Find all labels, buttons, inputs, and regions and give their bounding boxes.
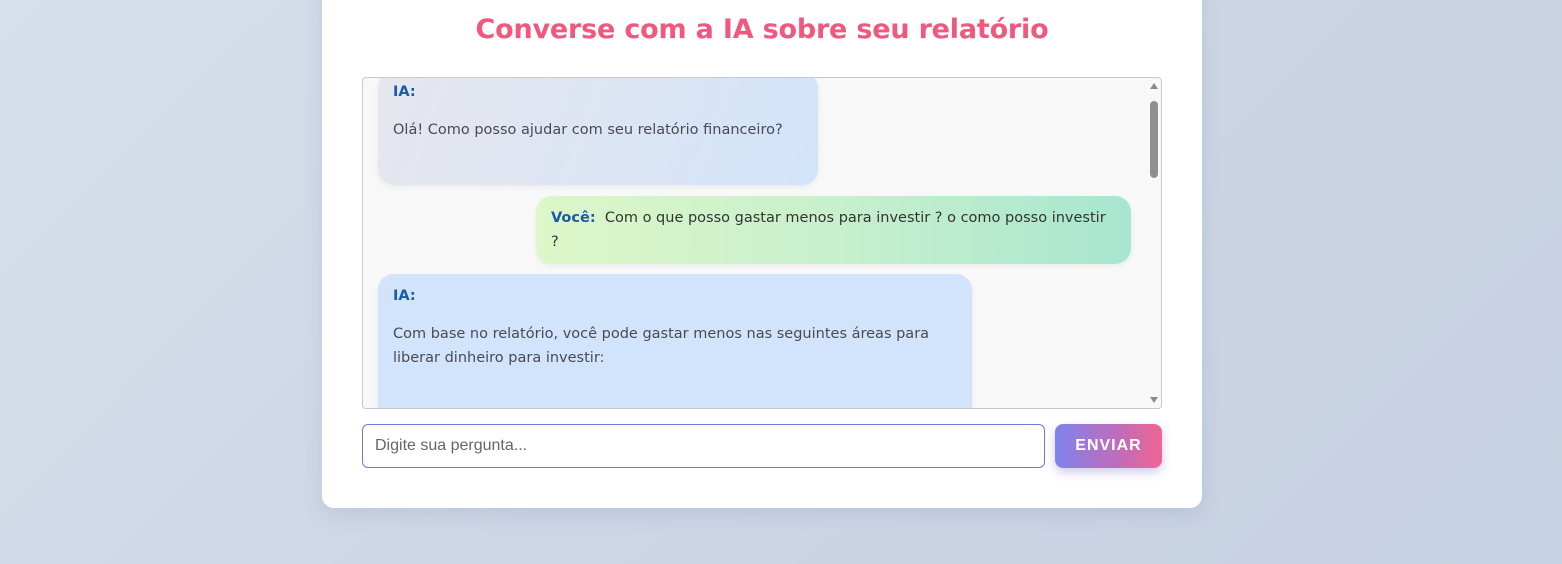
send-button[interactable]: ENVIAR bbox=[1055, 424, 1162, 468]
message-text: Com o que posso gastar menos para invest… bbox=[551, 210, 1106, 250]
scrollbar-thumb[interactable] bbox=[1150, 101, 1158, 178]
chat-scrollbar[interactable] bbox=[1147, 78, 1161, 408]
message-sender: Você: bbox=[551, 210, 596, 226]
message-text: Com base no relatório, você pode gastar … bbox=[393, 326, 930, 366]
page-title: Converse com a IA sobre seu relatório bbox=[475, 14, 1049, 45]
scroll-up-arrow-icon[interactable] bbox=[1150, 83, 1158, 89]
chat-history[interactable]: IA: Olá! Como posso ajudar com seu relat… bbox=[362, 77, 1162, 409]
chat-card: Converse com a IA sobre seu relatório IA… bbox=[322, 0, 1202, 508]
ai-message: IA: Olá! Como posso ajudar com seu relat… bbox=[378, 78, 818, 185]
message-sender: IA: bbox=[393, 84, 416, 100]
ai-message: IA: Com base no relatório, você pode gas… bbox=[378, 274, 972, 408]
question-input[interactable] bbox=[362, 424, 1045, 468]
composer: ENVIAR bbox=[362, 424, 1162, 468]
message-text: Olá! Como posso ajudar com seu relatório… bbox=[393, 122, 783, 138]
message-sender: IA: bbox=[393, 288, 416, 304]
user-message: Você: Com o que posso gastar menos para … bbox=[536, 196, 1131, 264]
scroll-down-arrow-icon[interactable] bbox=[1150, 397, 1158, 403]
